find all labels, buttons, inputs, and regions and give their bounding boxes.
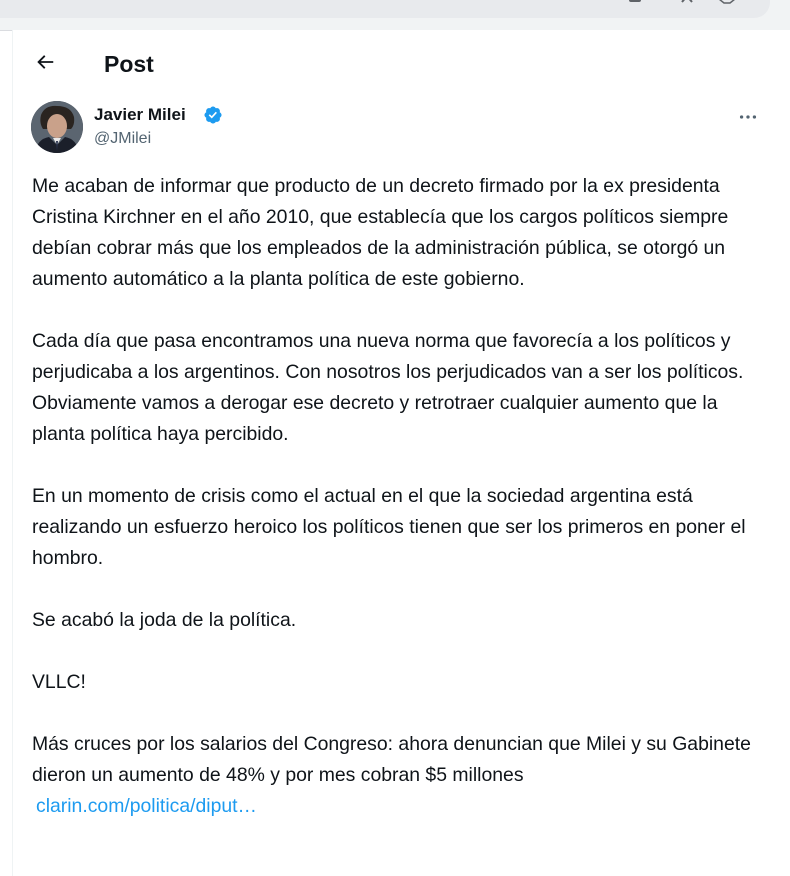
- back-button[interactable]: [27, 46, 63, 82]
- author-handle[interactable]: @JMilei: [94, 129, 151, 149]
- bookmark-star-icon[interactable]: [718, 0, 736, 10]
- more-horizontal-icon: [737, 106, 759, 133]
- author-name[interactable]: Javier Milei: [94, 104, 186, 126]
- avatar[interactable]: [31, 101, 83, 153]
- tweet-paragraph-5: VLLC!: [32, 671, 86, 693]
- more-options-button[interactable]: [731, 102, 765, 136]
- browser-toolbar: 1740503688624297: [0, 0, 790, 31]
- arrow-left-icon: [34, 51, 56, 78]
- verified-badge-icon: [203, 105, 223, 125]
- tweet-paragraph-1: Me acaban de informar que producto de un…: [32, 175, 729, 290]
- tweet-paragraph-4: Se acabó la joda de la política.: [32, 609, 297, 631]
- quoted-article-title: Más cruces por los salarios del Congreso…: [32, 733, 751, 786]
- share-icon[interactable]: [678, 0, 696, 10]
- article-link[interactable]: clarin.com/politica/diput…: [36, 795, 257, 817]
- page-title: Post: [104, 51, 154, 77]
- tweet-paragraph-6: Más cruces por los salarios del Congreso…: [32, 729, 772, 822]
- tweet-text: Me acaban de informar que producto de un…: [32, 171, 772, 822]
- post-header: Post: [13, 30, 790, 94]
- post-page: Post Javier Milei @JMilei Me acaban de i…: [12, 30, 790, 876]
- tweet-paragraph-3: En un momento de crisis como el actual e…: [32, 485, 746, 569]
- address-bar[interactable]: 1740503688624297: [0, 0, 770, 18]
- extension-icon[interactable]: [626, 0, 644, 10]
- tweet-paragraph-2: Cada día que pasa encontramos una nueva …: [32, 330, 744, 445]
